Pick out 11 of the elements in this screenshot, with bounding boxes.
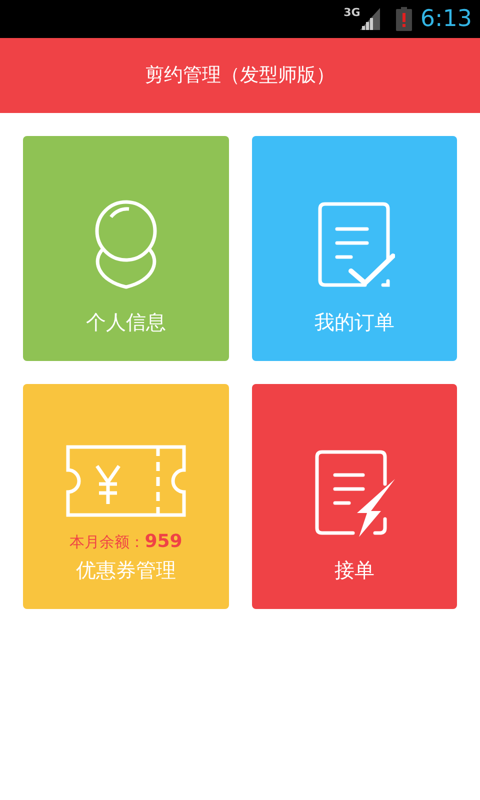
menu-tile[interactable]: 我的订单 — [252, 136, 457, 361]
clock-time: 6:13 — [420, 4, 472, 34]
lightning-document-icon — [312, 449, 396, 539]
battery-alert-icon — [396, 7, 412, 31]
app-title: 剪约管理（发型师版） — [145, 63, 335, 88]
signal-icon — [360, 8, 380, 30]
menu-tile[interactable]: 本月余额：959 优惠券管理 — [23, 384, 229, 609]
network-type: 3G — [344, 7, 360, 18]
menu-tile[interactable]: 接单 — [252, 384, 457, 609]
balance-text: 本月余额：959 — [70, 530, 182, 554]
menu-tile[interactable]: 个人信息 — [23, 136, 229, 361]
